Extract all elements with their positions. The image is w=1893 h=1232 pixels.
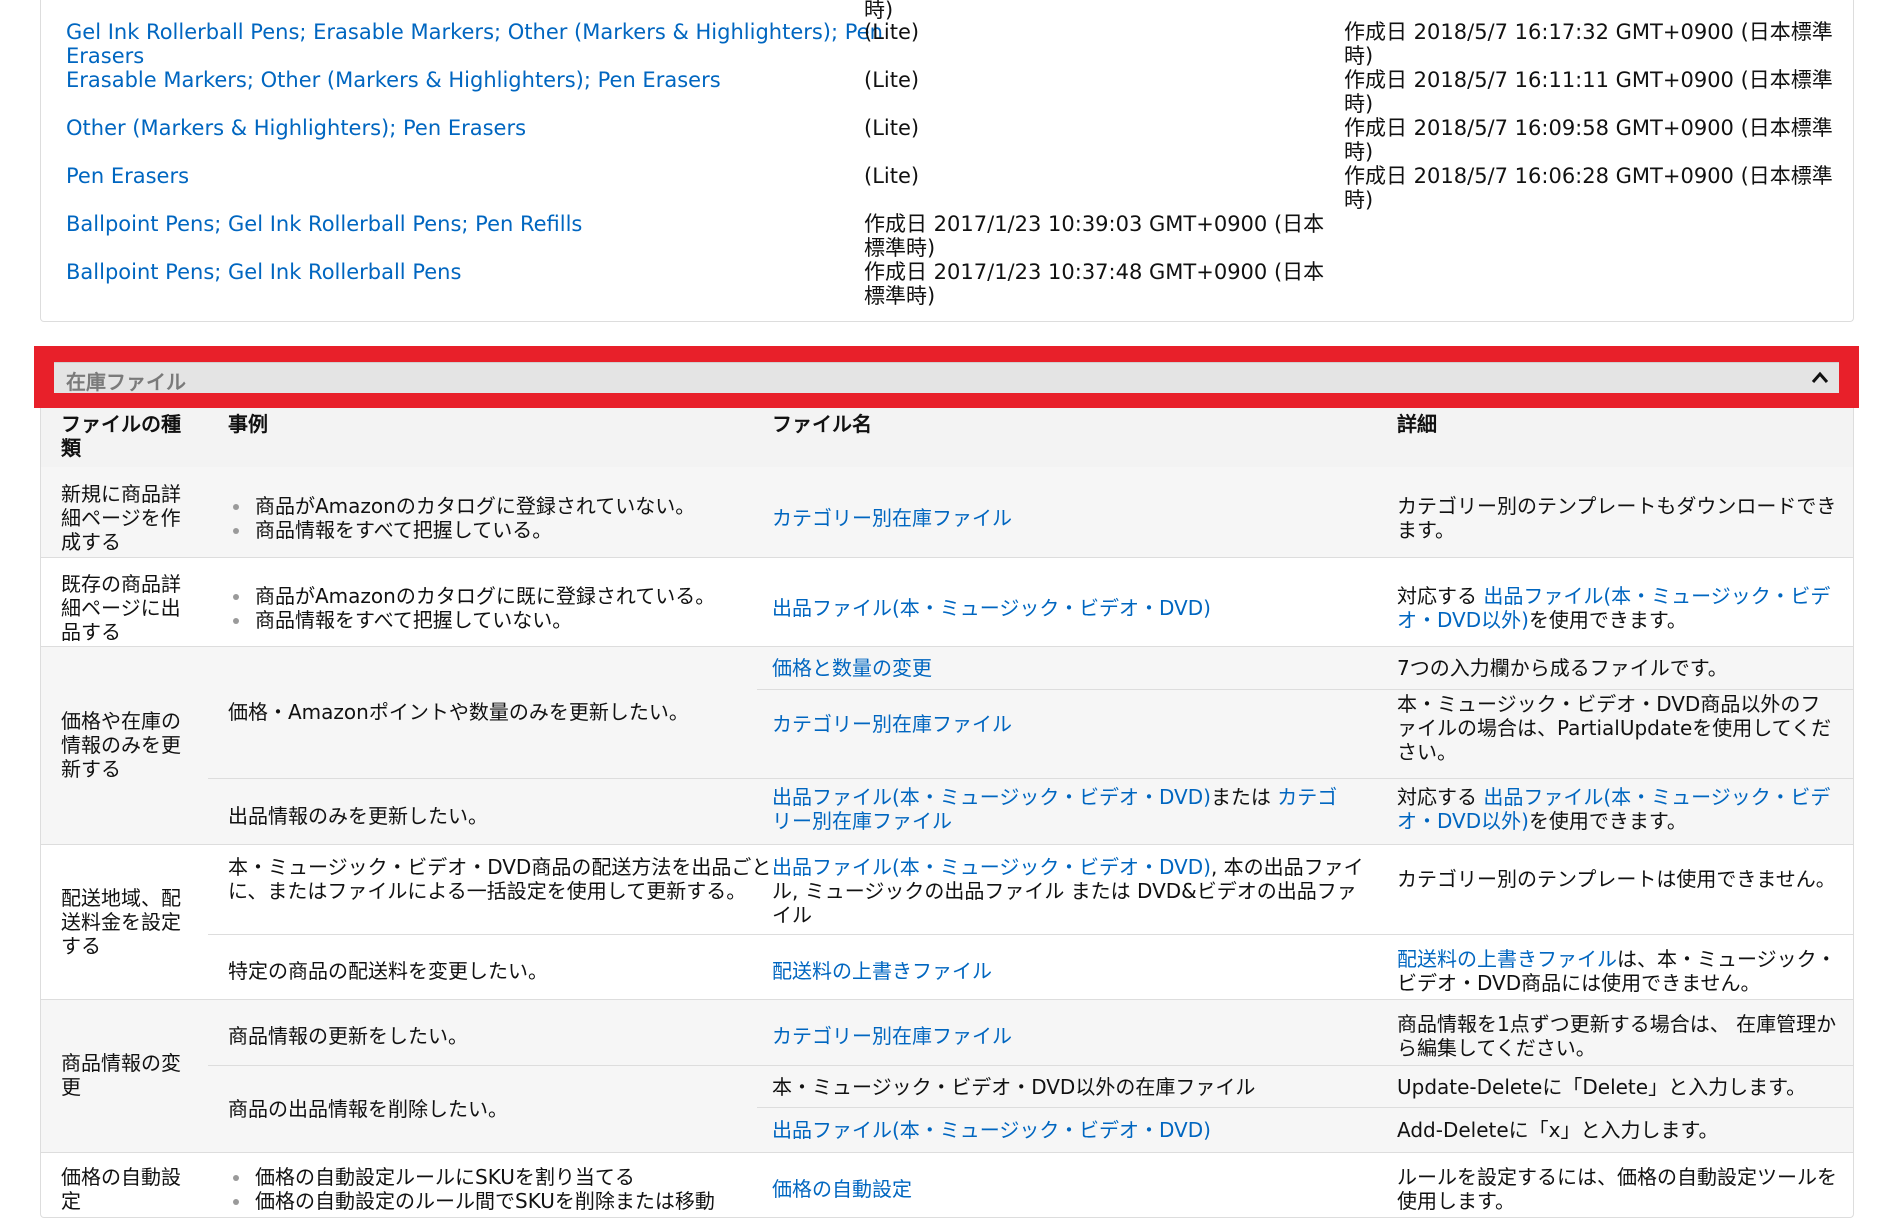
list-item: 商品情報をすべて把握している。: [228, 518, 788, 542]
file-list-row: Erasable Markers; Other (Markers & Highl…: [41, 68, 1853, 116]
file-list-link[interactable]: Ballpoint Pens; Gel Ink Rollerball Pens;…: [66, 212, 886, 236]
header-case: 事例: [228, 412, 268, 436]
file-link[interactable]: 出品ファイル(本・ミュージック・ビデオ・DVD): [772, 1118, 1392, 1142]
list-item: 価格の自動設定のルール間でSKUを削除または移動: [228, 1189, 828, 1213]
file-list-link[interactable]: Ballpoint Pens; Gel Ink Rollerball Pens: [66, 260, 886, 284]
header-file: ファイル名: [772, 412, 872, 436]
file-list-link[interactable]: Other (Markers & Highlighters); Pen Eras…: [66, 116, 886, 140]
table-row: 新規に商品詳細ページを作成する 商品がAmazonのカタログに登録されていない。…: [41, 467, 1853, 557]
header-type: ファイルの種類: [61, 412, 181, 460]
file-list-date: 作成日 2017/1/23 10:39:03 GMT+0900 (日本標準時): [864, 212, 1325, 260]
table-row: 既存の商品詳細ページに出品する 商品がAmazonのカタログに既に登録されている…: [41, 557, 1853, 647]
row-file: 出品ファイル(本・ミュージック・ビデオ・DVD)または カテゴリー別在庫ファイル: [772, 785, 1352, 833]
detail-text: を使用できます。: [1528, 608, 1687, 632]
row-type: 新規に商品詳細ページを作成する: [61, 482, 181, 554]
row-type: 価格や在庫の情報のみを更新する: [61, 709, 181, 781]
row-case: 特定の商品の配送料を変更したい。: [228, 959, 548, 983]
table-row: 価格の自動設定 価格の自動設定ルールにSKUを割り当てる 価格の自動設定のルール…: [41, 1152, 1853, 1217]
file-link[interactable]: カテゴリー別在庫ファイル: [772, 506, 1392, 530]
row-detail: 対応する 出品ファイル(本・ミュージック・ビデオ・DVD以外)を使用できます。: [1397, 584, 1837, 632]
row-detail: ルールを設定するには、価格の自動設定ツールを使用します。: [1397, 1165, 1837, 1213]
file-list-type: (Lite): [864, 68, 920, 92]
file-list-row: Ballpoint Pens; Gel Ink Rollerball Pens …: [41, 260, 1853, 308]
file-list-row: Gel Ink Rollerball Pens; Erasable Marker…: [41, 20, 1853, 68]
divider: [757, 689, 1853, 690]
file-list-type: (Lite): [864, 20, 920, 44]
overflow-text: 時): [864, 0, 894, 22]
divider: [757, 1107, 1853, 1108]
divider: [208, 934, 1853, 935]
row-type: 配送地域、配送料金を設定する: [61, 886, 181, 958]
file-list-link[interactable]: Pen Erasers: [66, 164, 886, 188]
row-detail: カテゴリー別のテンプレートもダウンロードできます。: [1397, 494, 1837, 542]
file-list-row: Ballpoint Pens; Gel Ink Rollerball Pens;…: [41, 212, 1853, 260]
file-link[interactable]: カテゴリー別在庫ファイル: [772, 712, 1392, 736]
row-file: 本・ミュージック・ビデオ・DVD以外の在庫ファイル: [772, 1075, 1256, 1099]
table-header: ファイルの種類 事例 ファイル名 詳細: [41, 408, 1853, 468]
file-list-date: 作成日 2018/5/7 16:17:32 GMT+0900 (日本標準時): [1344, 20, 1833, 68]
table-row: 商品情報の変更 商品情報の更新をしたい。 カテゴリー別在庫ファイル 商品情報を1…: [41, 999, 1853, 1153]
highlight-box: 在庫ファイル: [34, 346, 1859, 408]
file-list-row: Pen Erasers (Lite) 作成日 2018/5/7 16:06:28…: [41, 164, 1853, 212]
row-detail: Update-Deleteに「Delete」と入力します。: [1397, 1075, 1807, 1099]
file-link[interactable]: 価格の自動設定: [772, 1177, 1392, 1201]
detail-text: 対応する: [1397, 584, 1484, 608]
row-case: 商品の出品情報を削除したい。: [228, 1097, 508, 1121]
row-detail: 7つの入力欄から成るファイルです。: [1397, 656, 1728, 680]
header-detail: 詳細: [1397, 412, 1437, 436]
file-list-link[interactable]: Erasable Markers; Other (Markers & Highl…: [66, 68, 886, 92]
row-type: 商品情報の変更: [61, 1051, 181, 1099]
chevron-up-icon[interactable]: [1809, 367, 1831, 389]
file-link[interactable]: カテゴリー別在庫ファイル: [772, 1024, 1392, 1048]
detail-text: 対応する: [1397, 785, 1484, 809]
section-title: 在庫ファイル: [66, 370, 186, 394]
row-case-list: 商品がAmazonのカタログに既に登録されている。 商品情報をすべて把握していな…: [228, 584, 788, 632]
file-list-type: (Lite): [864, 164, 920, 188]
file-list-date: 作成日 2018/5/7 16:09:58 GMT+0900 (日本標準時): [1344, 116, 1833, 164]
divider: [208, 778, 1853, 779]
list-item: 商品情報をすべて把握していない。: [228, 608, 788, 632]
file-link[interactable]: 出品ファイル(本・ミュージック・ビデオ・DVD): [772, 596, 1392, 620]
file-list-type: (Lite): [864, 116, 920, 140]
row-detail: カテゴリー別のテンプレートは使用できません。: [1397, 867, 1836, 891]
divider: [208, 1065, 1853, 1066]
file-list-date: 作成日 2018/5/7 16:06:28 GMT+0900 (日本標準時): [1344, 164, 1833, 212]
row-detail: 商品情報を1点ずつ更新する場合は、 在庫管理から編集してください。: [1397, 1012, 1837, 1060]
row-case: 価格・Amazonポイントや数量のみを更新したい。: [228, 700, 689, 724]
file-list-date: 作成日 2017/1/23 10:37:48 GMT+0900 (日本標準時): [864, 260, 1325, 308]
inventory-table: ファイルの種類 事例 ファイル名 詳細 新規に商品詳細ページを作成する 商品がA…: [40, 408, 1854, 1218]
file-text: または: [1210, 785, 1278, 809]
row-detail: Add-Deleteに「x」と入力します。: [1397, 1118, 1719, 1142]
file-list-date: 作成日 2018/5/7 16:11:11 GMT+0900 (日本標準時): [1344, 68, 1833, 116]
file-list-link[interactable]: Gel Ink Rollerball Pens; Erasable Marker…: [66, 20, 886, 68]
row-detail: 配送料の上書きファイルは、本・ミュージック・ビデオ・DVD商品には使用できません…: [1397, 947, 1837, 995]
file-list-panel: 時) Gel Ink Rollerball Pens; Erasable Mar…: [40, 0, 1854, 322]
file-link[interactable]: 価格と数量の変更: [772, 656, 1392, 680]
row-type: 価格の自動設定: [61, 1165, 181, 1213]
list-item: 商品がAmazonのカタログに登録されていない。: [228, 494, 788, 518]
file-link[interactable]: 出品ファイル(本・ミュージック・ビデオ・DVD): [772, 855, 1211, 879]
detail-link[interactable]: 配送料の上書きファイル: [1397, 947, 1617, 971]
file-list-row: Other (Markers & Highlighters); Pen Eras…: [41, 116, 1853, 164]
row-case-list: 商品がAmazonのカタログに登録されていない。 商品情報をすべて把握している。: [228, 494, 788, 542]
table-row: 配送地域、配送料金を設定する 本・ミュージック・ビデオ・DVD商品の配送方法を出…: [41, 844, 1853, 1000]
inventory-section-header[interactable]: 在庫ファイル: [54, 362, 1839, 394]
row-case: 本・ミュージック・ビデオ・DVD商品の配送方法を出品ごとに、またはファイルによる…: [228, 855, 772, 903]
row-type: 既存の商品詳細ページに出品する: [61, 572, 181, 644]
file-link[interactable]: 配送料の上書きファイル: [772, 959, 1392, 983]
row-case: 出品情報のみを更新したい。: [228, 804, 488, 828]
list-item: 商品がAmazonのカタログに既に登録されている。: [228, 584, 788, 608]
file-link[interactable]: 出品ファイル(本・ミュージック・ビデオ・DVD): [772, 785, 1211, 809]
row-case: 商品情報の更新をしたい。: [228, 1024, 468, 1048]
row-case-list: 価格の自動設定ルールにSKUを割り当てる 価格の自動設定のルール間でSKUを削除…: [228, 1165, 828, 1213]
row-file: 出品ファイル(本・ミュージック・ビデオ・DVD), 本の出品ファイル, ミュージ…: [772, 855, 1372, 927]
table-row: 価格や在庫の情報のみを更新する 価格・Amazonポイントや数量のみを更新したい…: [41, 646, 1853, 845]
row-detail: 対応する 出品ファイル(本・ミュージック・ビデオ・DVD以外)を使用できます。: [1397, 785, 1837, 833]
row-detail: 本・ミュージック・ビデオ・DVD商品以外のファイルの場合は、PartialUpd…: [1397, 692, 1832, 764]
list-item: 価格の自動設定ルールにSKUを割り当てる: [228, 1165, 828, 1189]
detail-text: を使用できます。: [1528, 809, 1687, 833]
